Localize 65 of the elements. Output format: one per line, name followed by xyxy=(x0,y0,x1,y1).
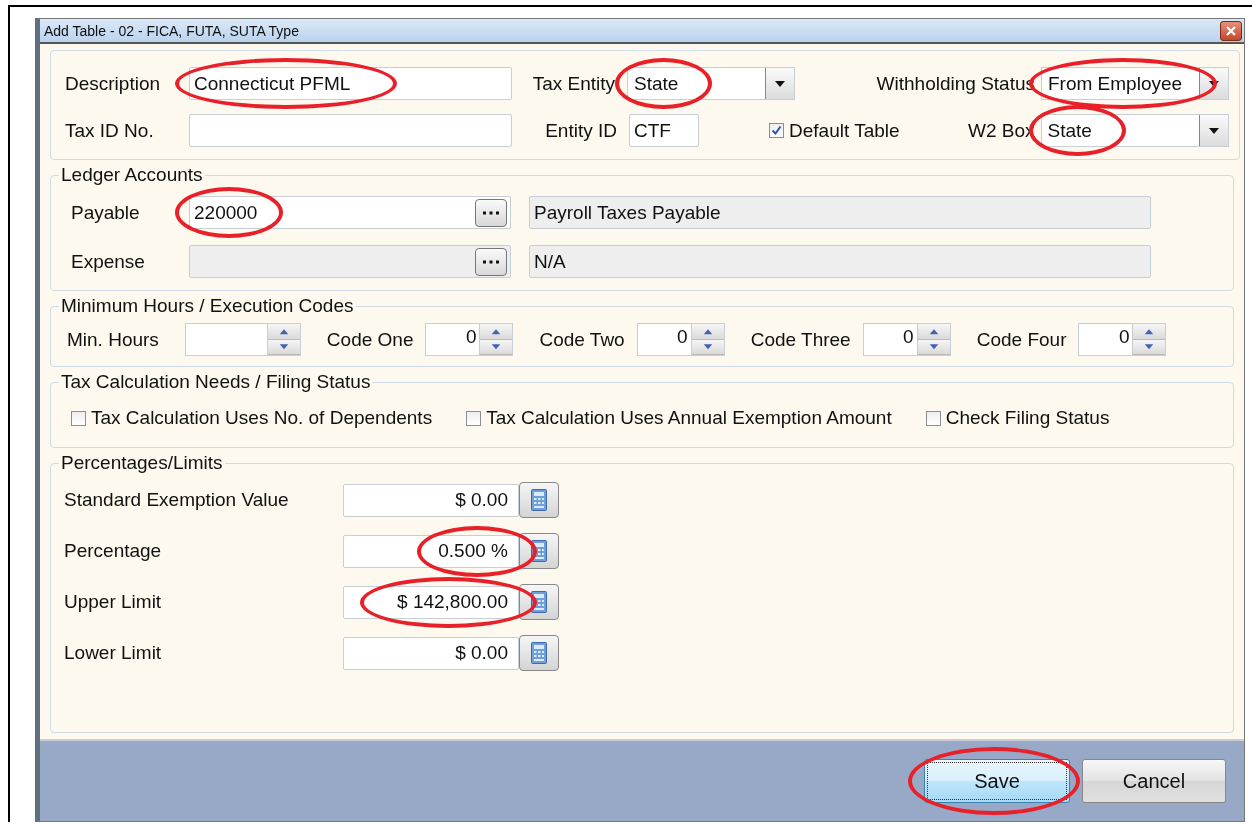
checkbox-label: Check Filing Status xyxy=(945,407,1110,429)
group-title: Ledger Accounts xyxy=(60,164,204,186)
calculator-button[interactable] xyxy=(519,482,559,518)
group-title: Tax Calculation Needs / Filing Status xyxy=(60,371,372,393)
field-label: Min. Hours xyxy=(67,328,159,351)
field-label: Code Two xyxy=(539,328,625,351)
group-title: Minimum Hours / Execution Codes xyxy=(60,295,355,317)
window-title: Add Table - 02 - FICA, FUTA, SUTA Type xyxy=(44,22,299,39)
field-label: Description xyxy=(65,72,162,95)
field-label: Payable xyxy=(71,201,141,224)
dialog-button[interactable]: Cancel xyxy=(1082,759,1226,803)
field-label: Expense xyxy=(71,250,146,273)
field-label: Lower Limit xyxy=(64,642,163,664)
dropdown-arrow-icon xyxy=(775,80,785,87)
text-field[interactable]: Connecticut PFML xyxy=(189,67,512,100)
spin-field[interactable]: 0 xyxy=(636,323,725,356)
spin-field[interactable] xyxy=(184,323,301,356)
spinner-arrows-icon[interactable] xyxy=(266,324,300,355)
field-label: Code One xyxy=(326,328,414,351)
checkbox[interactable] xyxy=(925,410,941,426)
spinner-arrows-icon[interactable] xyxy=(479,324,513,355)
text-field[interactable]: 0.500 % xyxy=(343,534,519,568)
field-label: Tax ID No. xyxy=(65,119,155,142)
text-field[interactable] xyxy=(189,114,512,147)
dropdown-arrow-icon xyxy=(1209,80,1219,87)
ellipsis-icon xyxy=(482,259,500,264)
checkbox[interactable] xyxy=(769,123,784,138)
text-field[interactable]: $ 142,800.00 xyxy=(343,585,519,619)
field-label: Code Three xyxy=(750,328,851,351)
spinner-arrows-icon[interactable] xyxy=(690,324,724,355)
calculator-button[interactable] xyxy=(519,635,559,671)
calculator-button[interactable] xyxy=(519,584,559,620)
spin-field[interactable]: 0 xyxy=(425,323,514,356)
spinner-arrows-icon[interactable] xyxy=(1132,324,1166,355)
dialog-button[interactable]: Save xyxy=(924,759,1070,803)
dropdown[interactable]: From Employee xyxy=(1041,67,1229,100)
close-button[interactable] xyxy=(1220,20,1242,41)
dropdown-arrow-icon xyxy=(1208,127,1219,134)
group-title: Percentages/Limits xyxy=(60,452,224,474)
field-label: Upper Limit xyxy=(64,591,163,613)
calculator-button[interactable] xyxy=(519,533,559,569)
calculator-icon xyxy=(531,642,547,664)
spin-field[interactable]: 0 xyxy=(1078,323,1167,356)
checkbox[interactable] xyxy=(466,410,482,426)
checkbox-label: Tax Calculation Uses Annual Exemption Amount xyxy=(486,407,892,429)
spinner-arrows-icon[interactable] xyxy=(916,324,950,355)
dropdown[interactable]: State xyxy=(1040,114,1229,147)
spin-field[interactable]: 0 xyxy=(862,323,951,356)
dropdown[interactable]: State xyxy=(627,67,795,100)
field-label: Tax Entity xyxy=(531,72,615,95)
text-field[interactable]: CTF xyxy=(629,114,699,147)
close-icon xyxy=(1226,25,1236,36)
text-field[interactable]: $ 0.00 xyxy=(343,636,519,670)
ellipsis-button[interactable] xyxy=(475,198,507,227)
checkbox-label: Default Table xyxy=(789,119,900,142)
field-label: Standard Exemption Value xyxy=(64,489,290,511)
text-field[interactable]: 220000 xyxy=(189,196,511,229)
field-label: Code Four xyxy=(976,328,1067,351)
field-label: Entity ID xyxy=(544,119,617,142)
ellipsis-icon xyxy=(482,210,500,215)
calculator-icon xyxy=(531,489,547,511)
checkbox-label: Tax Calculation Uses No. of Dependents xyxy=(91,407,433,429)
text-field[interactable]: $ 0.00 xyxy=(343,483,519,517)
checkbox[interactable] xyxy=(71,410,86,426)
field-label: Percentage xyxy=(64,540,163,562)
